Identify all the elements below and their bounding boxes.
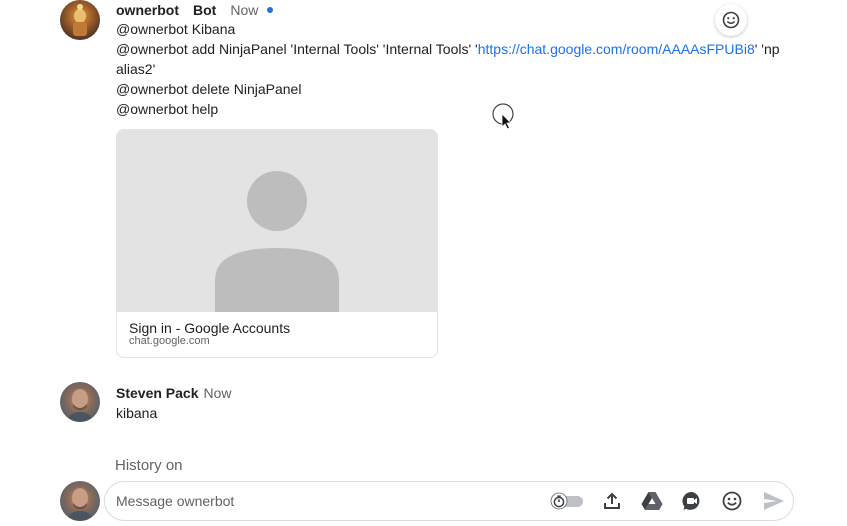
- user-message-header: Steven Pack Now: [116, 385, 232, 401]
- bot-message-line: @ownerbot delete NinjaPanel: [116, 81, 302, 97]
- emoji-icon: [722, 491, 742, 511]
- upload-button[interactable]: [600, 489, 624, 513]
- video-call-icon: [682, 491, 700, 510]
- upload-icon: [604, 492, 620, 509]
- person-placeholder-icon: [215, 171, 339, 312]
- message-input[interactable]: [116, 491, 536, 511]
- user-message-time: Now: [203, 385, 232, 401]
- history-status: History on: [115, 457, 183, 474]
- bot-sender-name[interactable]: ownerbot: [116, 2, 179, 18]
- preview-title: Sign in - Google Accounts: [129, 320, 291, 336]
- composer-user-avatar: [60, 481, 100, 521]
- bot-message-line: alias2': [116, 61, 156, 77]
- user-avatar[interactable]: [60, 382, 100, 422]
- emoji-button[interactable]: [720, 489, 744, 513]
- message-composer: [104, 481, 794, 521]
- user-avatar-image: [68, 389, 92, 422]
- bot-message-line: @ownerbot add NinjaPanel 'Internal Tools…: [116, 41, 780, 57]
- bot-message-header: ownerbot Bot Now: [116, 2, 274, 18]
- bot-message-line: @ownerbot Kibana: [116, 21, 236, 37]
- timer-toggle-icon: [550, 492, 583, 510]
- bot-message-text: ' 'np: [754, 41, 780, 57]
- room-link[interactable]: https://chat.google.com/room/AAAAsFPUBi8: [478, 41, 755, 57]
- mouse-cursor-icon: [492, 103, 516, 136]
- bot-avatar-image: [73, 4, 87, 36]
- user-sender-name[interactable]: Steven Pack: [116, 385, 199, 401]
- smiley-icon: [722, 11, 740, 29]
- preview-image: [117, 130, 437, 312]
- bot-message-time: Now: [230, 2, 259, 18]
- link-preview-card[interactable]: Sign in - Google Accounts chat.google.co…: [116, 129, 438, 358]
- bot-message-text: @ownerbot add NinjaPanel 'Internal Tools…: [116, 41, 478, 57]
- drive-button[interactable]: [640, 489, 664, 513]
- bot-avatar[interactable]: [60, 0, 100, 40]
- preview-domain: chat.google.com: [129, 335, 210, 347]
- user-message-text: kibana: [116, 405, 158, 421]
- bot-message-line: @ownerbot help: [116, 101, 219, 117]
- bot-badge: Bot: [193, 2, 217, 18]
- send-icon: [764, 492, 784, 510]
- google-drive-icon: [641, 492, 663, 510]
- history-toggle[interactable]: [548, 489, 588, 513]
- add-reaction-button[interactable]: [715, 4, 747, 36]
- send-button[interactable]: [762, 489, 786, 513]
- user-avatar-image: [68, 488, 92, 521]
- presence-dot-icon: [267, 7, 274, 13]
- meet-button[interactable]: [680, 489, 704, 513]
